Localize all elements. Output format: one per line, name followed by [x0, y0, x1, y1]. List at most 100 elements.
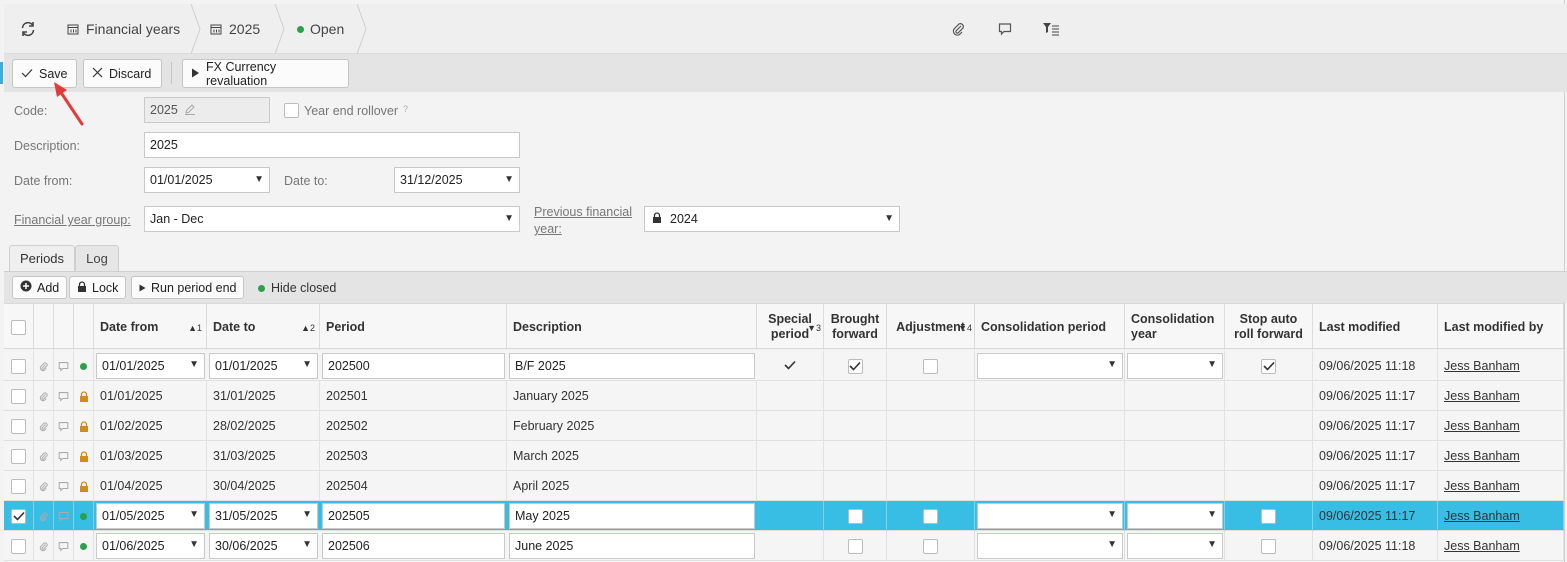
help-icon[interactable]: ? — [403, 104, 408, 114]
attachment-icon[interactable] — [34, 441, 54, 471]
attachment-icon[interactable] — [34, 501, 54, 531]
row-checkbox[interactable] — [11, 448, 26, 464]
header-last-modified-by[interactable]: Last modified by — [1438, 304, 1564, 350]
header-period[interactable]: Period — [320, 304, 507, 350]
attachment-icon[interactable] — [34, 411, 54, 441]
table-row[interactable]: 01/04/2025 30/04/2025 202504 April 2025 09/0… — [4, 471, 1564, 501]
date-to-field[interactable]: 31/12/2025 ▼ — [394, 167, 520, 193]
brought-forward-checkbox[interactable] — [847, 358, 863, 374]
year-end-rollover[interactable]: Year end rollover ? — [284, 103, 408, 118]
dropdown-arrow-icon[interactable]: ▼ — [189, 539, 199, 550]
breadcrumb-financial-years[interactable]: Financial years — [66, 4, 180, 54]
stop-auto-roll-checkbox[interactable] — [1261, 538, 1276, 554]
year-end-rollover-checkbox[interactable] — [284, 103, 299, 118]
period-input[interactable]: 202500 — [322, 353, 505, 379]
user-link[interactable]: Jess Banham — [1444, 449, 1520, 463]
tab-periods[interactable]: Periods — [9, 245, 75, 271]
dropdown-arrow-icon[interactable]: ▼ — [504, 174, 514, 185]
header-stop-auto-roll[interactable]: Stop auto roll forward — [1225, 304, 1313, 350]
user-link[interactable]: Jess Banham — [1444, 539, 1520, 553]
dropdown-arrow-icon[interactable]: ▼ — [1207, 359, 1217, 370]
dropdown-arrow-icon[interactable]: ▼ — [302, 359, 312, 370]
row-checkbox[interactable] — [11, 388, 26, 404]
brought-forward-checkbox[interactable] — [847, 508, 863, 524]
header-description[interactable]: Description — [507, 304, 757, 350]
date-from-input[interactable]: 01/06/2025 ▼ — [96, 533, 205, 559]
header-last-modified[interactable]: Last modified — [1313, 304, 1438, 350]
stop-auto-roll-checkbox[interactable] — [1261, 508, 1276, 524]
lock-period-button[interactable]: Lock — [69, 276, 127, 299]
description-input[interactable]: June 2025 — [509, 533, 755, 559]
prev-fy-select[interactable]: 2024 ▼ — [644, 206, 900, 232]
date-to-input[interactable]: 30/06/2025 ▼ — [209, 533, 318, 559]
consolidation-year-select[interactable]: ▼ — [1127, 533, 1223, 559]
table-row[interactable]: 01/05/2025 ▼ 31/05/2025 ▼ 202505 May 2025 ▼ ▼ 09… — [4, 501, 1564, 531]
adjustment-checkbox[interactable] — [923, 538, 938, 554]
row-checkbox[interactable] — [11, 538, 26, 554]
comment-icon[interactable] — [995, 19, 1015, 39]
comment-icon[interactable] — [54, 441, 74, 471]
table-row[interactable]: 01/01/2025 ▼ 01/01/2025 ▼ 202500 B/F 2025 ▼ ▼ 09… — [4, 351, 1564, 381]
fy-group-link[interactable]: Financial year group: — [14, 213, 131, 227]
table-row[interactable]: 01/02/2025 28/02/2025 202502 February 2025 0… — [4, 411, 1564, 441]
consolidation-year-select[interactable]: ▼ — [1127, 353, 1223, 379]
dropdown-arrow-icon[interactable]: ▼ — [302, 509, 312, 520]
header-adjustment[interactable]: Adjustment ▼4 — [887, 304, 975, 350]
adjustment-checkbox[interactable] — [923, 508, 938, 524]
dropdown-arrow-icon[interactable]: ▼ — [504, 213, 514, 224]
period-input[interactable]: 202505 — [322, 503, 505, 529]
comment-icon[interactable] — [54, 411, 74, 441]
header-date-from[interactable]: Date from ▲1 — [94, 304, 207, 350]
user-link[interactable]: Jess Banham — [1444, 359, 1520, 373]
adjustment-checkbox[interactable] — [923, 358, 938, 374]
refresh-icon[interactable] — [16, 18, 40, 40]
user-link[interactable]: Jess Banham — [1444, 509, 1520, 523]
comment-icon[interactable] — [54, 351, 74, 381]
discard-button[interactable]: Discard — [83, 59, 162, 88]
attachment-icon[interactable] — [34, 351, 54, 381]
fy-group-select[interactable]: Jan - Dec ▼ — [144, 206, 520, 232]
row-checkbox[interactable] — [11, 418, 26, 434]
consolidation-period-select[interactable]: ▼ — [977, 353, 1123, 379]
hide-closed-toggle[interactable]: Hide closed — [258, 281, 336, 295]
period-input[interactable]: 202506 — [322, 533, 505, 559]
attachment-icon[interactable] — [948, 19, 968, 39]
breadcrumb-status[interactable]: Open — [297, 4, 344, 54]
date-to-input[interactable]: 31/05/2025 ▼ — [209, 503, 318, 529]
breadcrumb-year[interactable]: 2025 — [209, 4, 260, 54]
attachment-icon[interactable] — [34, 381, 54, 411]
comment-icon[interactable] — [54, 501, 74, 531]
row-checkbox[interactable] — [11, 508, 26, 524]
user-link[interactable]: Jess Banham — [1444, 479, 1520, 493]
table-row[interactable]: 01/06/2025 ▼ 30/06/2025 ▼ 202506 June 2025 ▼ ▼ 0… — [4, 531, 1564, 561]
dropdown-arrow-icon[interactable]: ▼ — [1107, 539, 1117, 550]
consolidation-year-select[interactable]: ▼ — [1127, 503, 1223, 529]
dropdown-arrow-icon[interactable]: ▼ — [884, 213, 894, 224]
comment-icon[interactable] — [54, 471, 74, 501]
dropdown-arrow-icon[interactable]: ▼ — [189, 509, 199, 520]
fx-revaluation-button[interactable]: FX Currency revaluation — [182, 59, 349, 88]
attachment-icon[interactable] — [34, 471, 54, 501]
attachment-icon[interactable] — [34, 531, 54, 561]
description-input[interactable]: B/F 2025 — [509, 353, 755, 379]
date-from-input[interactable]: 01/05/2025 ▼ — [96, 503, 205, 529]
header-date-to[interactable]: Date to ▲2 — [207, 304, 320, 350]
prev-fy-link[interactable]: Previous financial year: — [534, 204, 632, 238]
dropdown-arrow-icon[interactable]: ▼ — [1207, 509, 1217, 520]
description-field[interactable]: 2025 — [144, 132, 520, 158]
dropdown-arrow-icon[interactable]: ▼ — [254, 174, 264, 185]
table-row[interactable]: 01/03/2025 31/03/2025 202503 March 2025 09/0… — [4, 441, 1564, 471]
tab-log[interactable]: Log — [75, 245, 119, 271]
consolidation-period-select[interactable]: ▼ — [977, 533, 1123, 559]
consolidation-period-select[interactable]: ▼ — [977, 503, 1123, 529]
date-from-input[interactable]: 01/01/2025 ▼ — [96, 353, 205, 379]
description-input[interactable]: May 2025 — [509, 503, 755, 529]
dropdown-arrow-icon[interactable]: ▼ — [1107, 359, 1117, 370]
header-special-period[interactable]: Special period ▼3 — [757, 304, 824, 350]
add-period-button[interactable]: Add — [12, 276, 68, 299]
user-link[interactable]: Jess Banham — [1444, 419, 1520, 433]
select-all-checkbox[interactable] — [11, 319, 26, 335]
comment-icon[interactable] — [54, 381, 74, 411]
dropdown-arrow-icon[interactable]: ▼ — [189, 359, 199, 370]
dropdown-arrow-icon[interactable]: ▼ — [1207, 539, 1217, 550]
